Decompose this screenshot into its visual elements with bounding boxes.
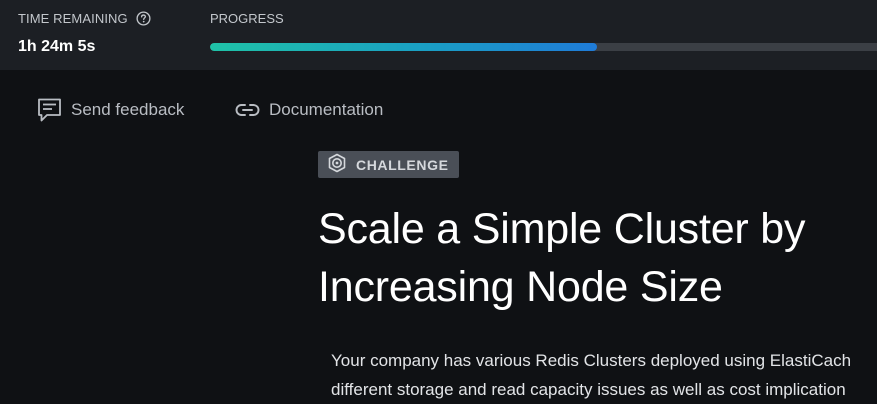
description-line: Your company has various Redis Clusters …: [331, 351, 852, 370]
description-line: different storage and read capacity issu…: [331, 380, 846, 399]
challenge-target-icon: [327, 153, 347, 176]
challenge-badge: CHALLENGE: [318, 151, 459, 178]
top-status-bar: TIME REMAINING 1h 24m 5s PROGRESS: [0, 0, 877, 70]
link-icon: [235, 102, 260, 118]
help-icon[interactable]: [136, 11, 151, 26]
send-feedback-link[interactable]: Send feedback: [37, 97, 184, 123]
progress-label: PROGRESS: [210, 11, 284, 26]
send-feedback-label: Send feedback: [71, 100, 185, 119]
documentation-label: Documentation: [269, 100, 384, 119]
challenge-description: Your company has various Redis Clusters …: [331, 346, 877, 404]
progress-bar-fill: [210, 43, 597, 51]
page-title: Scale a Simple Cluster by Increasing Nod…: [318, 205, 806, 311]
time-remaining-label: TIME REMAINING: [18, 11, 128, 26]
progress-bar: [210, 43, 877, 51]
message-feedback-icon: [37, 97, 62, 123]
time-remaining-header: TIME REMAINING: [18, 11, 151, 26]
challenge-badge-label: CHALLENGE: [356, 156, 449, 173]
documentation-link[interactable]: Documentation: [235, 97, 383, 123]
time-remaining-value: 1h 24m 5s: [18, 38, 96, 55]
